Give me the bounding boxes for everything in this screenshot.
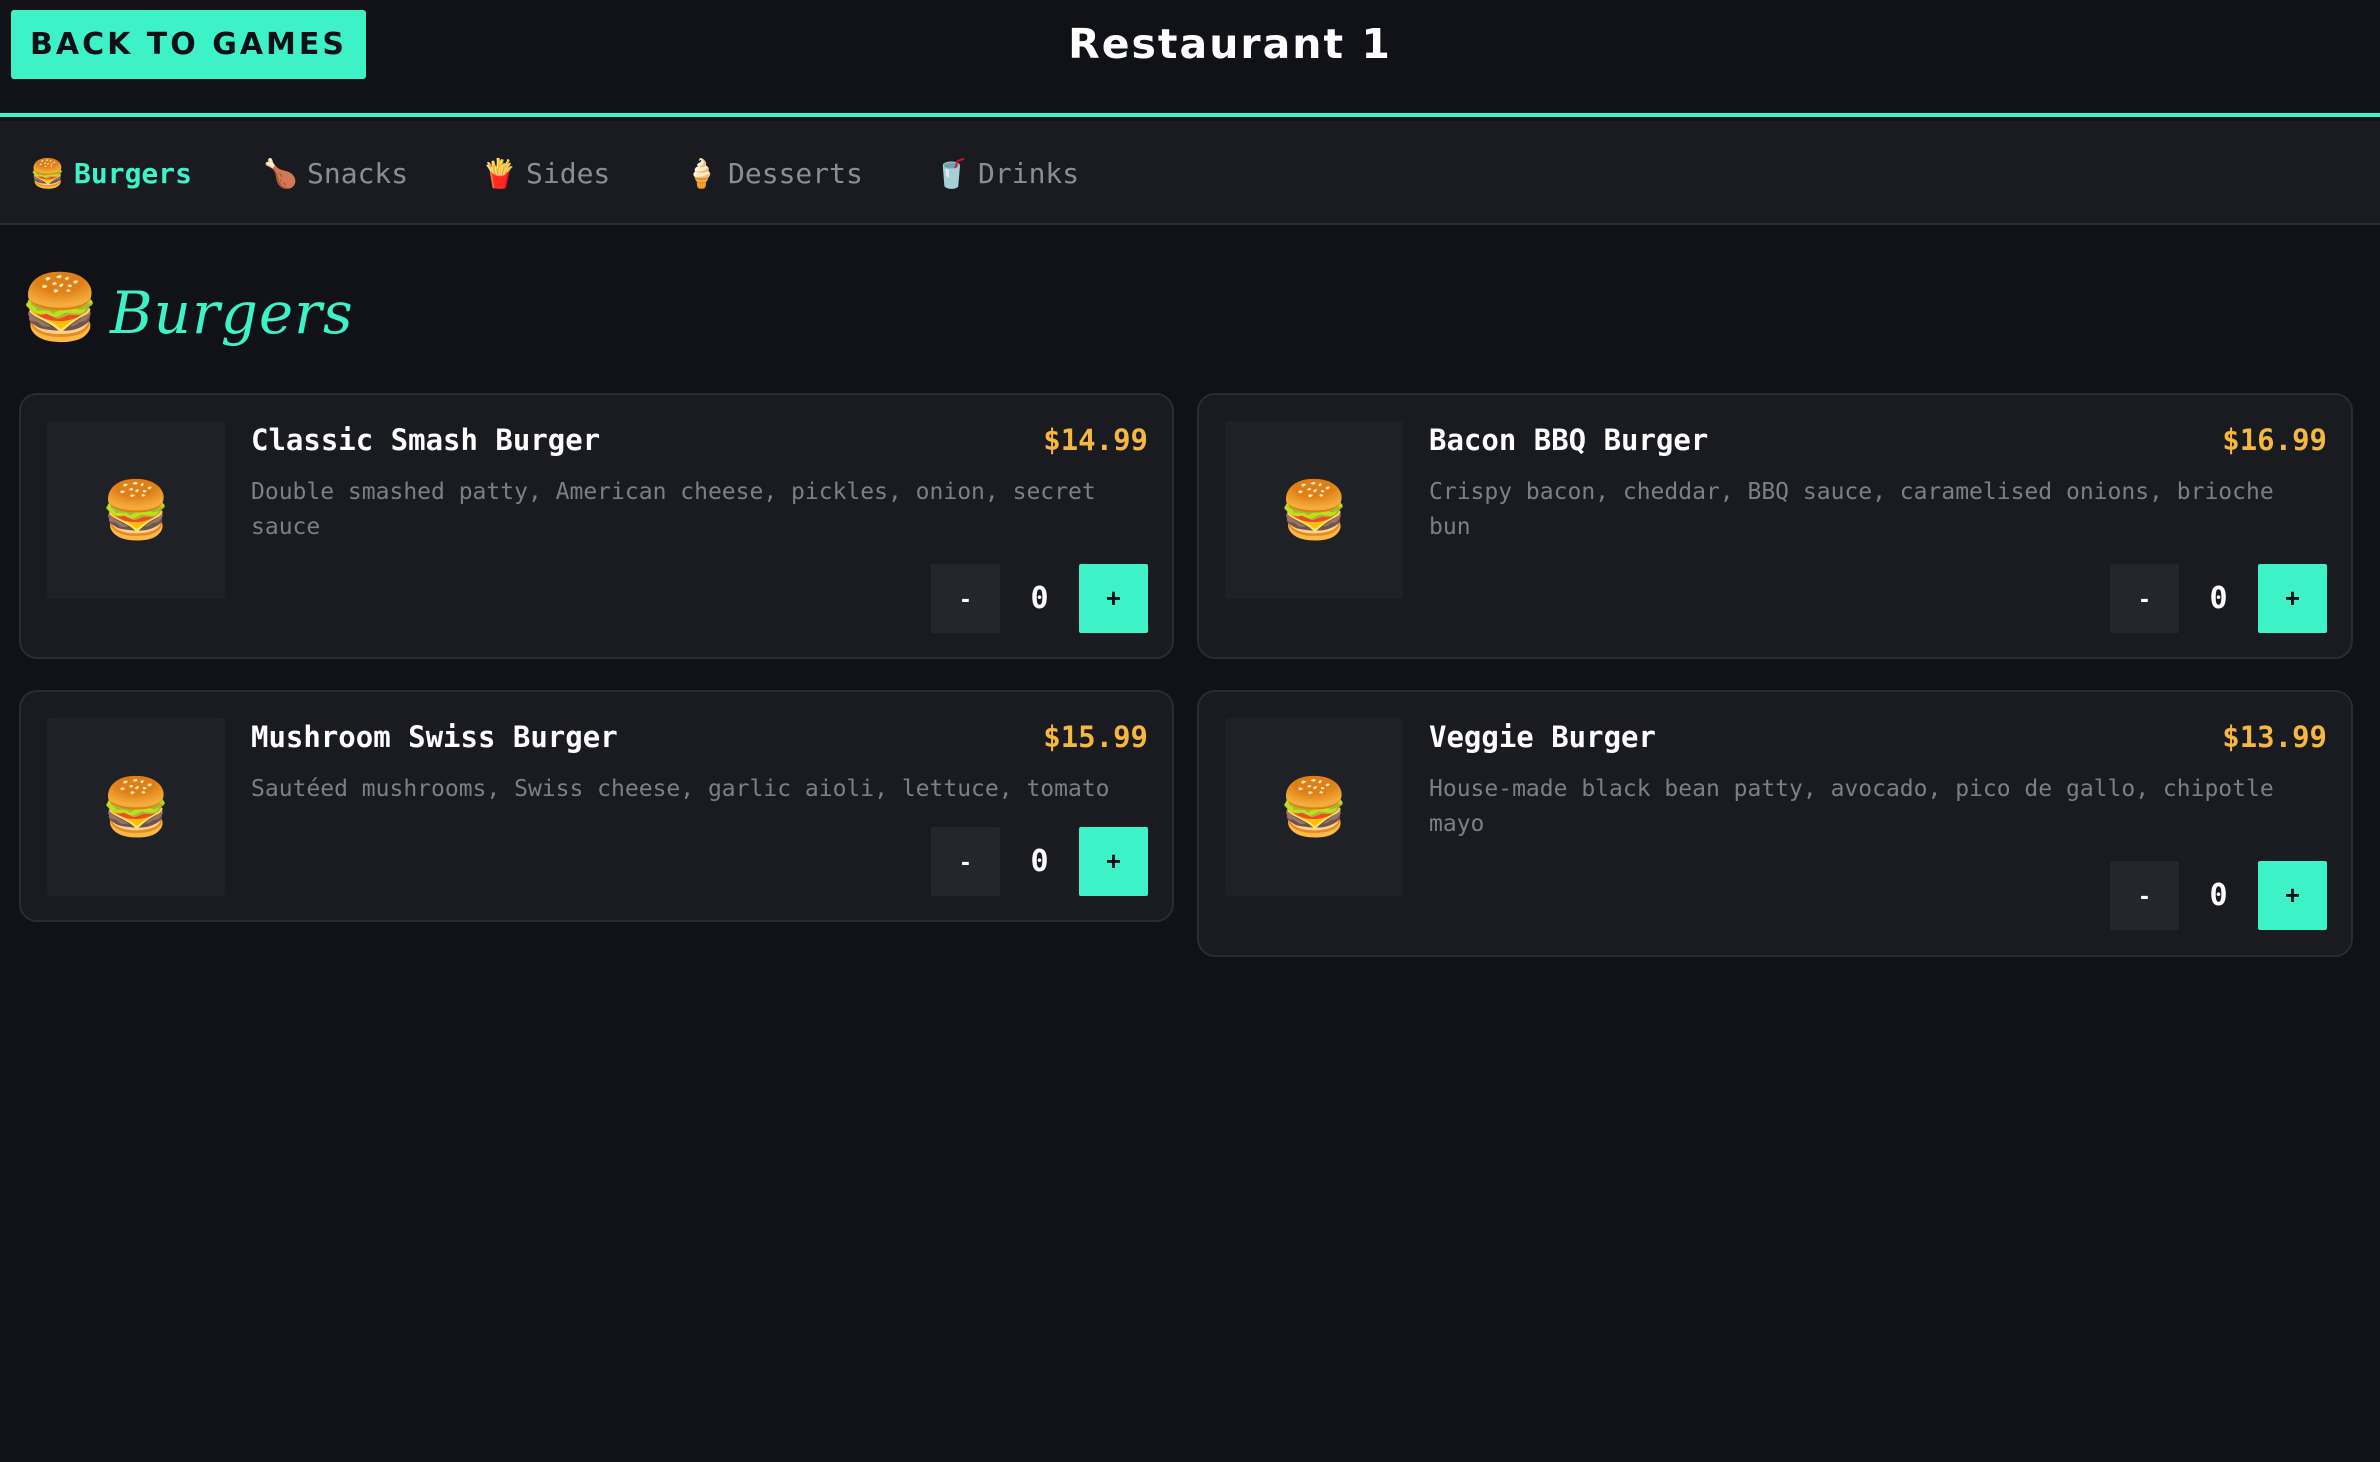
decrease-quantity-button[interactable]: - xyxy=(2110,564,2179,633)
burger-icon: 🍔 xyxy=(101,478,171,543)
increase-quantity-button[interactable]: + xyxy=(1079,564,1148,633)
increase-quantity-button[interactable]: + xyxy=(1079,827,1148,896)
section-title: Burgers xyxy=(110,279,354,347)
item-name: Classic Smash Burger xyxy=(251,423,601,457)
quantity-value: 0 xyxy=(1030,844,1049,879)
item-price: $14.99 xyxy=(1043,423,1148,457)
item-name: Bacon BBQ Burger xyxy=(1429,423,1709,457)
burger-icon: 🍔 xyxy=(30,156,65,190)
decrease-quantity-button[interactable]: - xyxy=(931,827,1000,896)
item-thumbnail: 🍔 xyxy=(47,421,225,599)
item-thumbnail: 🍔 xyxy=(1225,718,1403,896)
quantity-value: 0 xyxy=(1030,581,1049,616)
category-tabs: 🍔 Burgers 🍗 Snacks 🍟 Sides 🍦 Desserts 🥤 … xyxy=(0,121,2380,225)
increase-quantity-button[interactable]: + xyxy=(2258,861,2327,930)
menu-item-card: 🍔 Classic Smash Burger $14.99 Double sma… xyxy=(19,393,1174,659)
tab-sides[interactable]: 🍟 Sides xyxy=(482,121,610,225)
item-price: $16.99 xyxy=(2222,423,2327,457)
tab-label: Burgers xyxy=(74,156,193,190)
drumstick-icon: 🍗 xyxy=(263,156,298,190)
item-description: Double smashed patty, American cheese, p… xyxy=(251,479,1096,540)
tab-label: Sides xyxy=(526,156,611,190)
tab-label: Snacks xyxy=(307,156,409,190)
quantity-stepper: - 0 + xyxy=(2110,861,2327,930)
decrease-quantity-button[interactable]: - xyxy=(931,564,1000,633)
burger-icon: 🍔 xyxy=(1279,775,1349,840)
item-description: Crispy bacon, cheddar, BBQ sauce, carame… xyxy=(1429,479,2274,540)
item-description: House-made black bean patty, avocado, pi… xyxy=(1429,776,2274,837)
quantity-stepper: - 0 + xyxy=(2110,564,2327,633)
section-burger-icon: 🍔 xyxy=(20,271,100,345)
tab-burgers[interactable]: 🍔 Burgers xyxy=(30,121,192,225)
tab-label: Desserts xyxy=(728,156,863,190)
tab-desserts[interactable]: 🍦 Desserts xyxy=(684,121,863,225)
item-name: Mushroom Swiss Burger xyxy=(251,720,618,754)
tab-label: Drinks xyxy=(978,156,1080,190)
increase-quantity-button[interactable]: + xyxy=(2258,564,2327,633)
page-title: Restaurant 1 xyxy=(1068,20,1392,68)
menu-item-card: 🍔 Veggie Burger $13.99 House-made black … xyxy=(1197,690,2353,957)
ice-cream-icon: 🍦 xyxy=(684,156,719,190)
fries-icon: 🍟 xyxy=(482,156,517,190)
burger-icon: 🍔 xyxy=(101,775,171,840)
item-description: Sautéed mushrooms, Swiss cheese, garlic … xyxy=(251,776,1110,802)
item-name: Veggie Burger xyxy=(1429,720,1656,754)
tab-drinks[interactable]: 🥤 Drinks xyxy=(934,121,1079,225)
quantity-stepper: - 0 + xyxy=(931,564,1148,633)
quantity-stepper: - 0 + xyxy=(931,827,1148,896)
burger-icon: 🍔 xyxy=(1279,478,1349,543)
item-thumbnail: 🍔 xyxy=(47,718,225,896)
decrease-quantity-button[interactable]: - xyxy=(2110,861,2179,930)
cup-icon: 🥤 xyxy=(934,156,969,190)
menu-item-card: 🍔 Bacon BBQ Burger $16.99 Crispy bacon, … xyxy=(1197,393,2353,659)
tab-snacks[interactable]: 🍗 Snacks xyxy=(263,121,408,225)
quantity-value: 0 xyxy=(2209,581,2228,616)
top-header: BACK TO GAMES Restaurant 1 xyxy=(0,0,2380,117)
quantity-value: 0 xyxy=(2209,878,2228,913)
item-price: $15.99 xyxy=(1043,720,1148,754)
menu-item-card: 🍔 Mushroom Swiss Burger $15.99 Sautéed m… xyxy=(19,690,1174,922)
item-price: $13.99 xyxy=(2222,720,2327,754)
item-thumbnail: 🍔 xyxy=(1225,421,1403,599)
